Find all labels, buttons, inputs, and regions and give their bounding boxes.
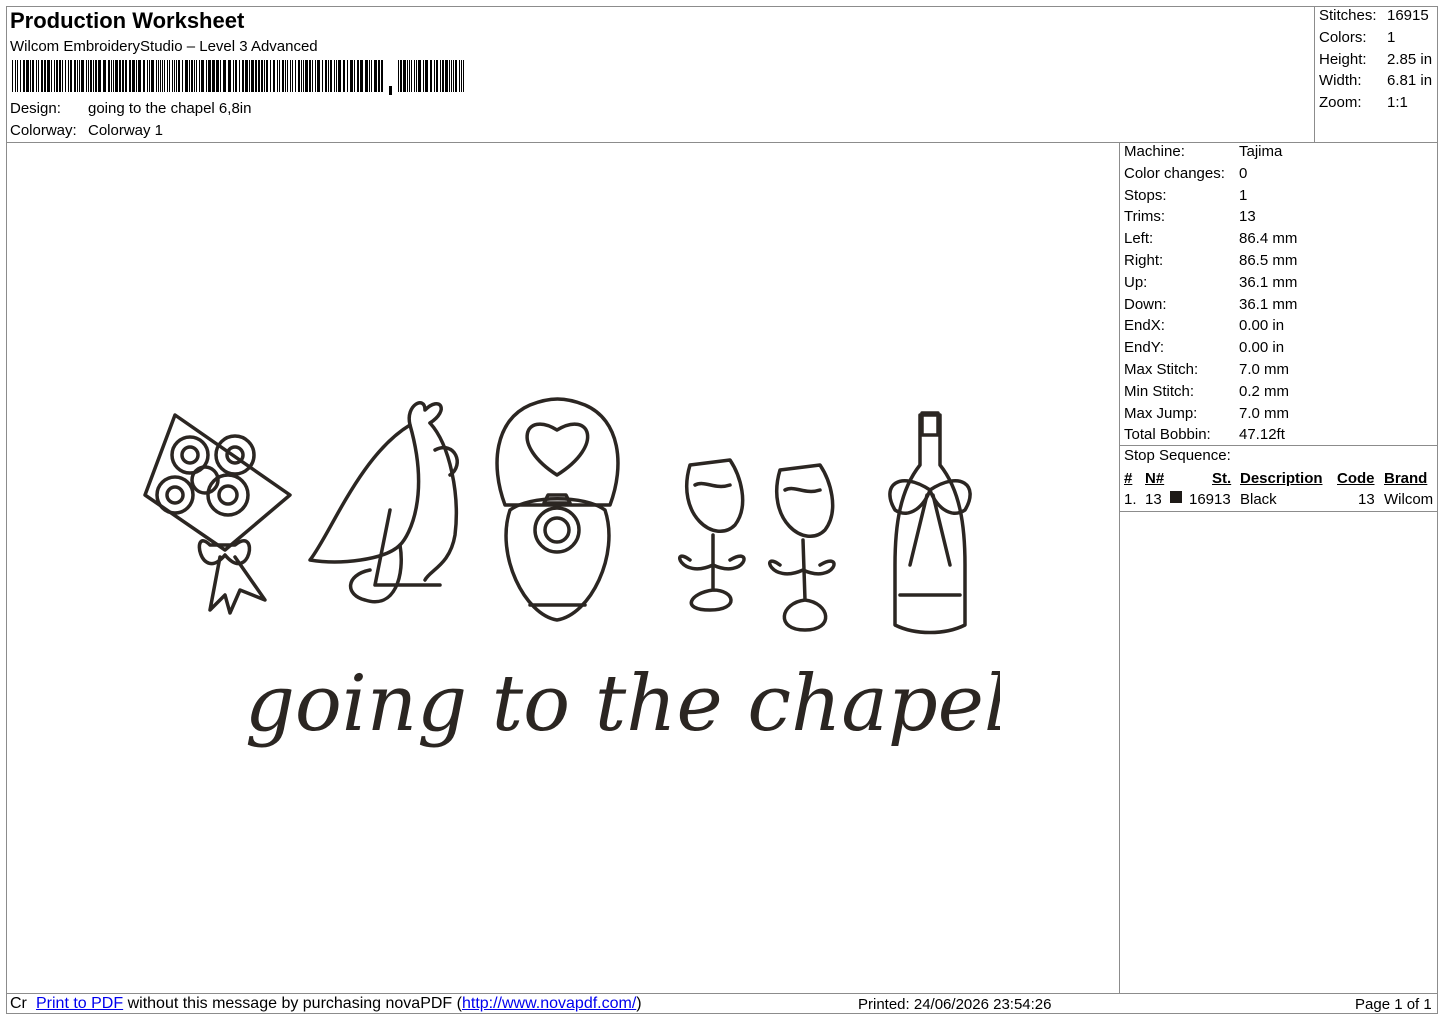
- param-row: Color changes: 0: [1124, 164, 1248, 182]
- page-number: Page 1 of 1: [1355, 996, 1432, 1013]
- machine-params-panel: Machine: Tajima Color changes: 0 Stops: 1 T…: [1124, 143, 1297, 448]
- param-row: Up: 36.1 mm: [1124, 273, 1298, 291]
- param-row: Max Stitch: 7.0 mm: [1124, 360, 1290, 378]
- stop-header-st: St.: [1212, 470, 1232, 487]
- stats-panel: Stitches: 16915 Colors: 1 Height: 2.85 in W…: [1319, 7, 1432, 116]
- bouquet-icon: [143, 413, 292, 615]
- stop-header-description: Description: [1240, 470, 1323, 487]
- stop-header-n: N#: [1145, 470, 1165, 487]
- stop-row-num: 1.: [1124, 491, 1137, 508]
- param-row: Max Jump: 7.0 mm: [1124, 404, 1290, 422]
- stop-header-num: #: [1124, 470, 1133, 487]
- stop-header-brand: Brand: [1384, 470, 1428, 487]
- novapdf-link[interactable]: http://www.novapdf.com/: [462, 995, 636, 1012]
- stat-row: Colors: 1: [1319, 28, 1396, 46]
- printed-timestamp: Printed: 24/06/2026 23:54:26: [858, 996, 1052, 1013]
- embroidery-design-preview: going to the chapel: [143, 397, 1000, 749]
- colorway-value: Colorway 1: [88, 122, 164, 139]
- footer-divider: [6, 993, 1438, 994]
- param-row: Min Stitch: 0.2 mm: [1124, 382, 1290, 400]
- barcode-icon: [12, 60, 464, 95]
- stats-divider: [1314, 6, 1315, 142]
- param-row: Left: 86.4 mm: [1124, 230, 1298, 248]
- param-row: Right: 86.5 mm: [1124, 251, 1298, 269]
- param-row: EndX: 0.00 in: [1124, 317, 1285, 335]
- champagne-bottle-icon: [888, 411, 972, 635]
- stop-row-description: Black: [1240, 491, 1277, 508]
- colorway-label: Colorway:: [10, 122, 77, 139]
- stop-table-divider: [1119, 511, 1438, 512]
- stop-header-code: Code: [1337, 470, 1375, 487]
- page-title: Production Worksheet: [10, 8, 245, 33]
- high-heels-icon: [308, 401, 459, 604]
- software-name: Wilcom EmbroideryStudio – Level 3 Advanc…: [10, 38, 318, 55]
- param-row: Machine: Tajima: [1124, 143, 1283, 160]
- design-script-text: going to the chapel: [245, 659, 1000, 749]
- design-label: Design:: [10, 100, 61, 117]
- footer-prefix: Cr: [10, 995, 27, 1012]
- footer-message: Print to PDF without this message by pur…: [36, 995, 642, 1012]
- stat-row: Zoom: 1:1: [1319, 94, 1408, 112]
- stat-row: Stitches: 16915: [1319, 7, 1429, 24]
- param-row: Stops: 1: [1124, 186, 1248, 204]
- param-row: Trims: 13: [1124, 208, 1256, 226]
- champagne-glasses-icon: [678, 458, 836, 632]
- sidebar-divider: [1119, 142, 1120, 994]
- thread-color-swatch: [1170, 491, 1182, 503]
- param-row: Total Bobbin: 47.12ft: [1124, 426, 1285, 444]
- design-value: going to the chapel 6,8in: [88, 100, 252, 117]
- stat-row: Width: 6.81 in: [1319, 72, 1433, 90]
- param-row: Down: 36.1 mm: [1124, 295, 1298, 313]
- stop-sequence-title: Stop Sequence:: [1124, 447, 1231, 464]
- stop-row-stitches: 16913: [1189, 491, 1231, 508]
- stat-row: Height: 2.85 in: [1319, 50, 1433, 68]
- stop-row-code: 13: [1358, 491, 1375, 508]
- stop-row-n: 13: [1145, 491, 1162, 508]
- ring-box-icon: [495, 397, 620, 622]
- print-to-pdf-link[interactable]: Print to PDF: [36, 995, 123, 1012]
- stop-row-brand: Wilcom: [1384, 491, 1434, 508]
- param-row: EndY: 0.00 in: [1124, 339, 1285, 357]
